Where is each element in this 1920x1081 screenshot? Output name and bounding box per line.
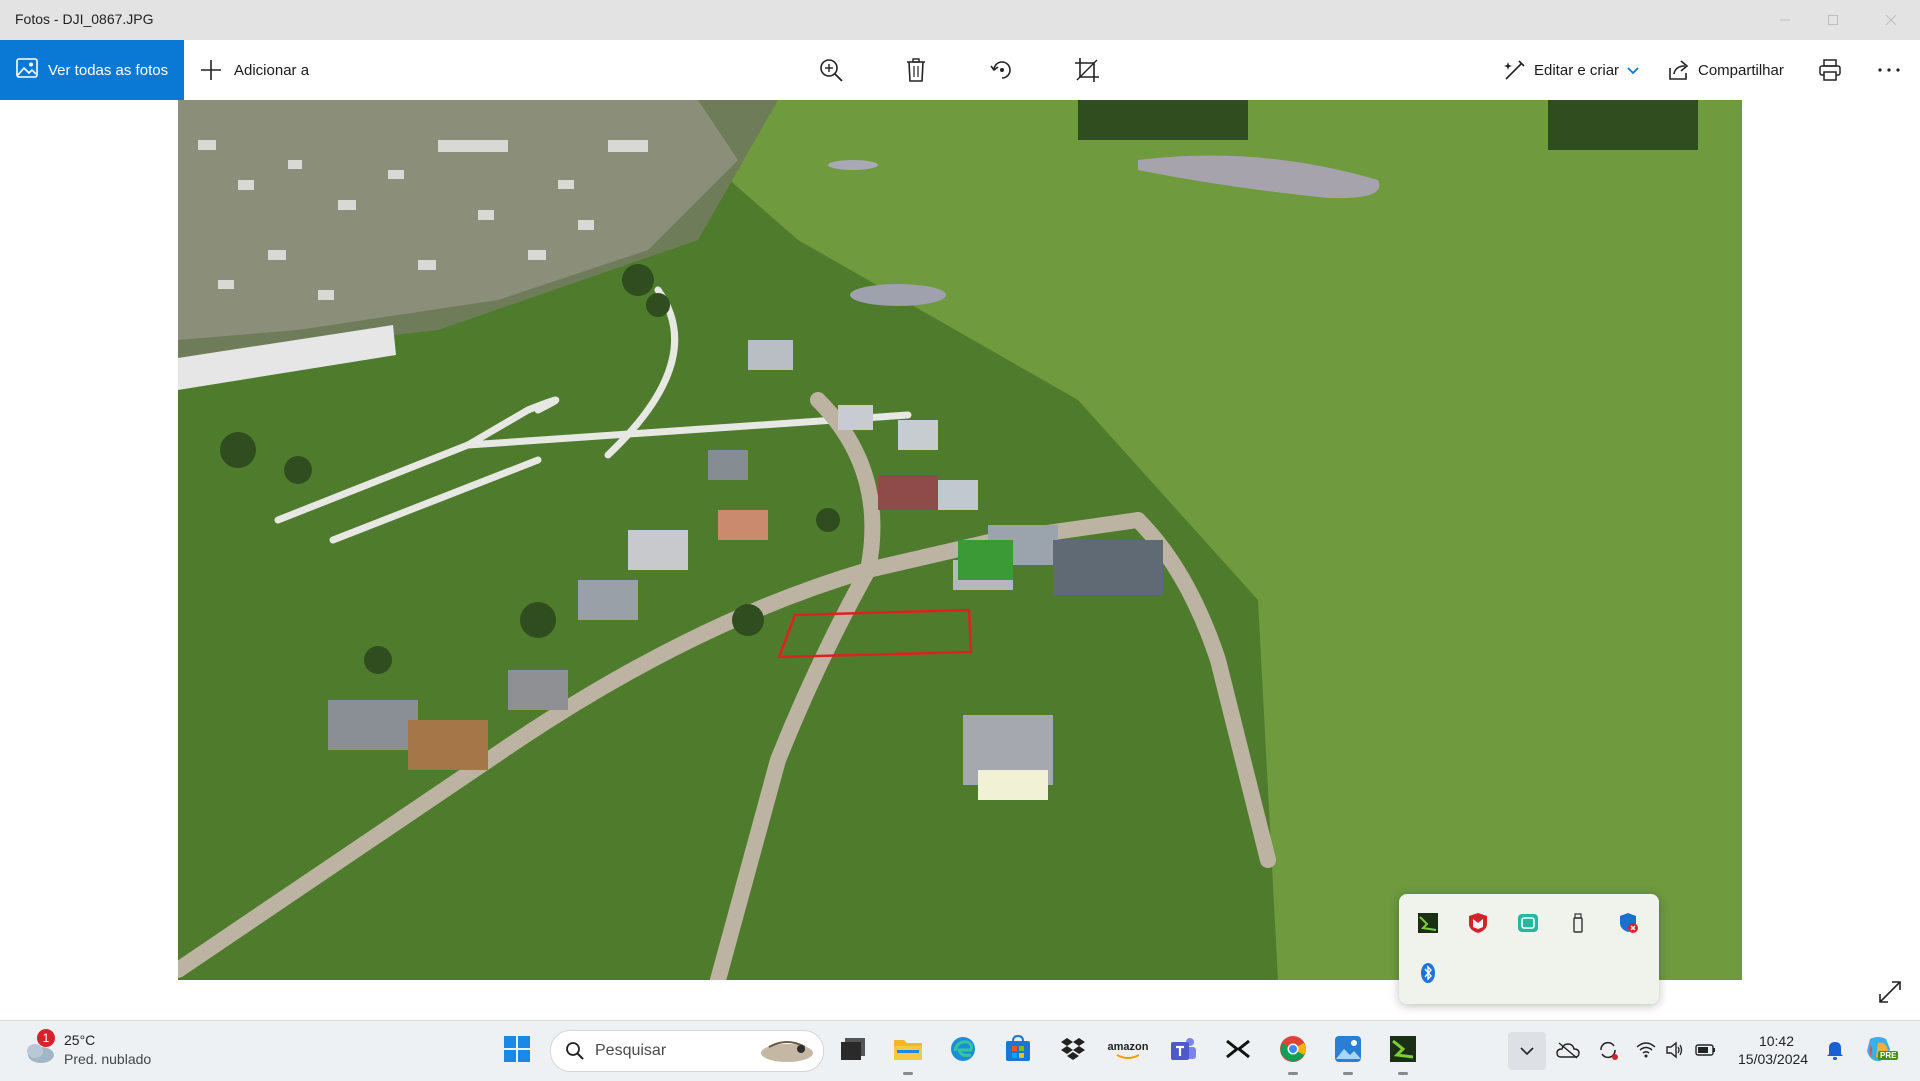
edit-create-button[interactable]: Editar e criar xyxy=(1500,40,1639,100)
edit-create-label: Editar e criar xyxy=(1534,61,1620,79)
drone-app-button[interactable] xyxy=(1383,1031,1423,1075)
clock-time: 10:42 xyxy=(1758,1033,1794,1049)
search-highlight-icon xyxy=(757,1037,817,1070)
amazon-button[interactable]: amazon xyxy=(1108,1031,1148,1071)
amazon-icon: amazon xyxy=(1107,1041,1149,1061)
dropbox-button[interactable] xyxy=(1053,1031,1093,1071)
dropbox-icon xyxy=(1059,1036,1087,1067)
photos-app-button[interactable] xyxy=(1328,1031,1368,1075)
photo-viewer[interactable] xyxy=(178,100,1742,980)
plus-icon xyxy=(196,55,226,85)
amazon-label: amazon xyxy=(1107,1041,1149,1053)
drone-app-icon xyxy=(1389,1035,1417,1068)
view-all-photos-label: Ver todas as fotos xyxy=(48,61,169,79)
add-to-label: Adicionar a xyxy=(234,61,310,79)
share-button[interactable]: Compartilhar xyxy=(1664,40,1784,100)
trash-icon xyxy=(901,55,931,85)
tray-app-icon-3[interactable] xyxy=(1515,910,1541,936)
onedrive-offline-icon[interactable] xyxy=(1556,1041,1580,1064)
teams-button[interactable] xyxy=(1163,1031,1203,1071)
photos-icon xyxy=(16,57,38,84)
printer-icon xyxy=(1815,55,1845,85)
task-view-button[interactable] xyxy=(833,1031,873,1071)
copilot-button[interactable]: PRE xyxy=(1864,1035,1900,1067)
bell-icon xyxy=(1825,1042,1845,1065)
weather-alert-badge: 1 xyxy=(37,1029,55,1047)
zoom-button[interactable] xyxy=(816,40,846,100)
chevron-down-icon xyxy=(1627,62,1639,79)
close-button[interactable] xyxy=(1868,0,1914,40)
crop-icon xyxy=(1072,55,1102,85)
edit-create-icon xyxy=(1500,55,1530,85)
share-icon xyxy=(1664,55,1694,85)
capcut-button[interactable] xyxy=(1218,1031,1258,1071)
aerial-photo xyxy=(178,100,1742,980)
clock-date: 15/03/2024 xyxy=(1738,1051,1809,1067)
crop-button[interactable] xyxy=(1072,40,1102,100)
share-label: Compartilhar xyxy=(1698,61,1784,79)
notifications-button[interactable] xyxy=(1825,1039,1845,1066)
running-indicator xyxy=(903,1072,913,1075)
expand-icon xyxy=(1876,981,1904,1010)
add-to-button[interactable]: Adicionar a xyxy=(196,40,309,100)
photos-app-icon xyxy=(1334,1035,1362,1068)
rotate-button[interactable] xyxy=(987,40,1017,100)
chrome-button[interactable] xyxy=(1273,1031,1313,1075)
store-icon xyxy=(1004,1034,1032,1068)
volume-icon[interactable] xyxy=(1665,1041,1685,1064)
show-hidden-icons-button[interactable] xyxy=(1508,1032,1546,1070)
view-all-photos-button[interactable]: Ver todas as fotos xyxy=(0,40,184,100)
file-explorer-button[interactable] xyxy=(888,1031,928,1075)
more-options-button[interactable] xyxy=(1874,40,1904,100)
window-title: Fotos - DJI_0867.JPG xyxy=(15,11,154,27)
toolbar: Ver todas as fotos Adicionar a Editar e … xyxy=(0,40,1920,100)
tray-overflow-flyout xyxy=(1399,894,1659,1004)
sync-icon[interactable] xyxy=(1597,1039,1619,1066)
more-icon xyxy=(1874,55,1904,85)
weather-temp: 25°C xyxy=(64,1032,96,1048)
folder-icon xyxy=(893,1036,923,1067)
running-indicator xyxy=(1343,1072,1353,1075)
windows-icon xyxy=(503,1035,531,1068)
store-button[interactable] xyxy=(998,1031,1038,1071)
weather-widget[interactable]: 1 25°C Pred. nublado xyxy=(20,1029,200,1073)
weather-desc: Pred. nublado xyxy=(64,1051,152,1067)
teams-icon xyxy=(1168,1035,1198,1068)
battery-icon[interactable] xyxy=(1695,1041,1717,1064)
clock[interactable]: 10:42 15/03/2024 xyxy=(1738,1033,1809,1071)
wifi-icon[interactable] xyxy=(1636,1041,1656,1064)
chrome-icon xyxy=(1279,1035,1307,1068)
search-placeholder: Pesquisar xyxy=(595,1042,667,1059)
tray-app-icon-1[interactable] xyxy=(1415,910,1441,936)
fullscreen-button[interactable] xyxy=(1876,978,1904,1006)
minimize-button[interactable] xyxy=(1762,0,1808,40)
running-indicator xyxy=(1398,1072,1408,1075)
bluetooth-icon[interactable] xyxy=(1415,960,1441,986)
preview-badge: PRE xyxy=(1878,1051,1899,1060)
zoom-in-icon xyxy=(816,55,846,85)
print-button[interactable] xyxy=(1815,40,1845,100)
rotate-icon xyxy=(987,55,1017,85)
running-indicator xyxy=(1288,1072,1298,1075)
task-view-icon xyxy=(839,1036,867,1067)
chevron-down-icon xyxy=(1520,1042,1534,1060)
cloud-rain-icon xyxy=(24,1041,56,1072)
capcut-icon xyxy=(1225,1037,1251,1066)
title-bar: Fotos - DJI_0867.JPG xyxy=(0,0,1920,40)
search-icon xyxy=(565,1041,585,1066)
edge-icon xyxy=(949,1035,977,1068)
search-box[interactable]: Pesquisar xyxy=(550,1030,824,1072)
start-button[interactable] xyxy=(497,1031,537,1071)
security-shield-icon[interactable] xyxy=(1615,910,1641,936)
usb-drive-icon[interactable] xyxy=(1565,910,1591,936)
delete-button[interactable] xyxy=(901,40,931,100)
edge-button[interactable] xyxy=(943,1031,983,1071)
taskbar: 1 25°C Pred. nublado Pesquisar amazon 10… xyxy=(0,1020,1920,1081)
maximize-button[interactable] xyxy=(1810,0,1856,40)
mcafee-icon[interactable] xyxy=(1465,910,1491,936)
